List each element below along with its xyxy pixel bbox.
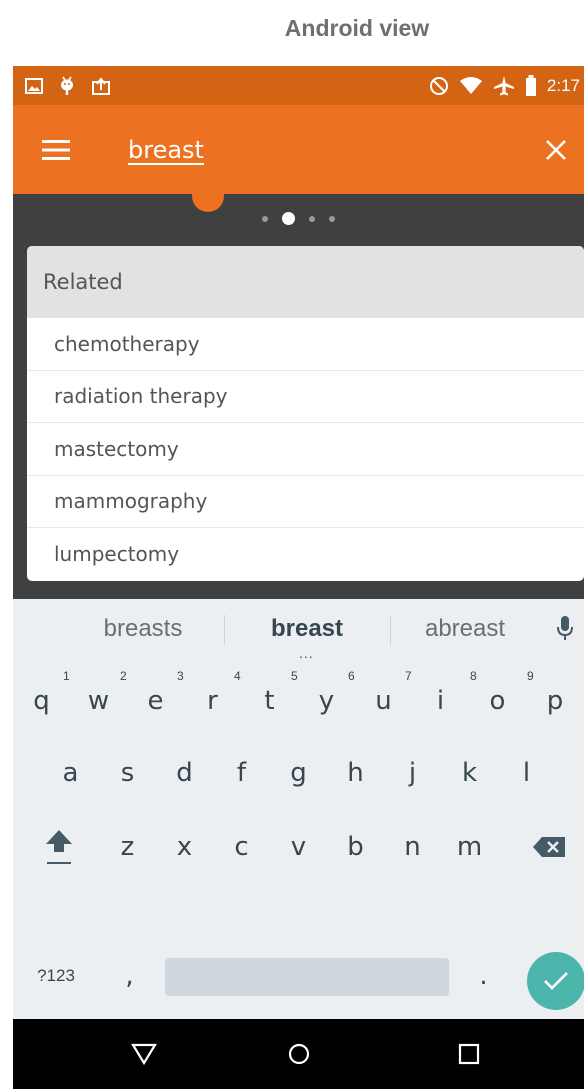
key-f[interactable]: f <box>213 743 270 803</box>
related-item[interactable]: mastectomy <box>27 423 584 476</box>
key-l[interactable]: l <box>498 743 555 803</box>
suggestion-left[interactable]: breasts <box>53 599 233 659</box>
home-icon <box>288 1043 310 1065</box>
status-bar: 2:17 <box>13 66 584 105</box>
key-y[interactable]: y <box>298 671 355 731</box>
close-icon <box>546 139 566 160</box>
page-dot[interactable] <box>329 215 335 222</box>
suggestion-right[interactable]: abreast <box>390 599 540 659</box>
checkmark-icon <box>544 972 568 990</box>
key-w[interactable]: w <box>70 671 127 731</box>
key-g[interactable]: g <box>270 743 327 803</box>
back-icon <box>131 1043 157 1065</box>
image-icon <box>25 77 43 94</box>
shift-key[interactable] <box>29 817 89 877</box>
symbols-key[interactable]: ?123 <box>21 949 91 1003</box>
page-dot[interactable] <box>262 215 268 222</box>
key-x[interactable]: x <box>156 817 213 877</box>
android-screen: 2:17 breast Related chemotherapy radiati… <box>13 66 584 1089</box>
space-bar[interactable] <box>165 958 449 996</box>
key-z[interactable]: z <box>99 817 156 877</box>
key-i[interactable]: i <box>412 671 469 731</box>
key-r[interactable]: r <box>184 671 241 731</box>
recents-button[interactable] <box>449 1034 489 1074</box>
menu-button[interactable] <box>26 120 86 180</box>
keyboard: 1 2 3 4 5 6 7 8 9 q w e r t y u i o p a … <box>13 659 584 1019</box>
back-button[interactable] <box>124 1034 164 1074</box>
backspace-key[interactable] <box>519 817 579 877</box>
page-dot[interactable] <box>309 215 315 222</box>
key-q[interactable]: q <box>13 671 70 731</box>
active-tab-indicator <box>192 180 224 212</box>
comma-key[interactable]: , <box>101 949 158 1003</box>
related-item[interactable]: chemotherapy <box>27 318 584 371</box>
key-c[interactable]: c <box>213 817 270 877</box>
related-header: Related <box>27 246 584 318</box>
shift-icon <box>46 830 72 864</box>
key-o[interactable]: o <box>469 671 526 731</box>
page-dot-active[interactable] <box>282 212 295 225</box>
key-b[interactable]: b <box>327 817 384 877</box>
recents-icon <box>458 1043 480 1065</box>
airplane-icon <box>493 75 515 97</box>
battery-icon <box>525 74 537 97</box>
voice-input-button[interactable] <box>551 613 579 645</box>
suggestion-strip: breasts breast ... abreast <box>13 599 584 660</box>
navigation-bar <box>13 1019 584 1089</box>
key-n[interactable]: n <box>384 817 441 877</box>
android-debug-icon <box>59 76 75 96</box>
do-not-disturb-icon <box>429 76 449 96</box>
key-s[interactable]: s <box>99 743 156 803</box>
menu-icon <box>42 139 70 160</box>
key-t[interactable]: t <box>241 671 298 731</box>
key-u[interactable]: u <box>355 671 412 731</box>
related-item[interactable]: radiation therapy <box>27 371 584 423</box>
clear-search-button[interactable] <box>534 128 578 172</box>
page-caption: Android view <box>284 14 430 41</box>
enter-button[interactable] <box>527 952 584 1010</box>
key-k[interactable]: k <box>441 743 498 803</box>
period-key[interactable]: . <box>455 949 512 1003</box>
search-toolbar: breast <box>13 105 584 194</box>
page-indicator <box>262 212 335 225</box>
microphone-icon <box>557 616 573 640</box>
related-item[interactable]: lumpectomy <box>27 528 584 581</box>
key-a[interactable]: a <box>42 743 99 803</box>
key-h[interactable]: h <box>327 743 384 803</box>
wifi-icon <box>459 76 483 95</box>
search-query[interactable]: breast <box>128 136 204 164</box>
home-button[interactable] <box>279 1034 319 1074</box>
suggestion-more[interactable]: ... <box>299 646 314 660</box>
key-e[interactable]: e <box>127 671 184 731</box>
backspace-icon <box>533 837 565 857</box>
key-v[interactable]: v <box>270 817 327 877</box>
clipboard-upload-icon <box>91 76 111 95</box>
clock: 2:17 <box>546 75 580 95</box>
key-d[interactable]: d <box>156 743 213 803</box>
key-m[interactable]: m <box>441 817 498 877</box>
key-p[interactable]: p <box>526 671 584 731</box>
key-j[interactable]: j <box>384 743 441 803</box>
related-item[interactable]: mammography <box>27 476 584 528</box>
related-card: Related chemotherapy radiation therapy m… <box>27 246 584 581</box>
